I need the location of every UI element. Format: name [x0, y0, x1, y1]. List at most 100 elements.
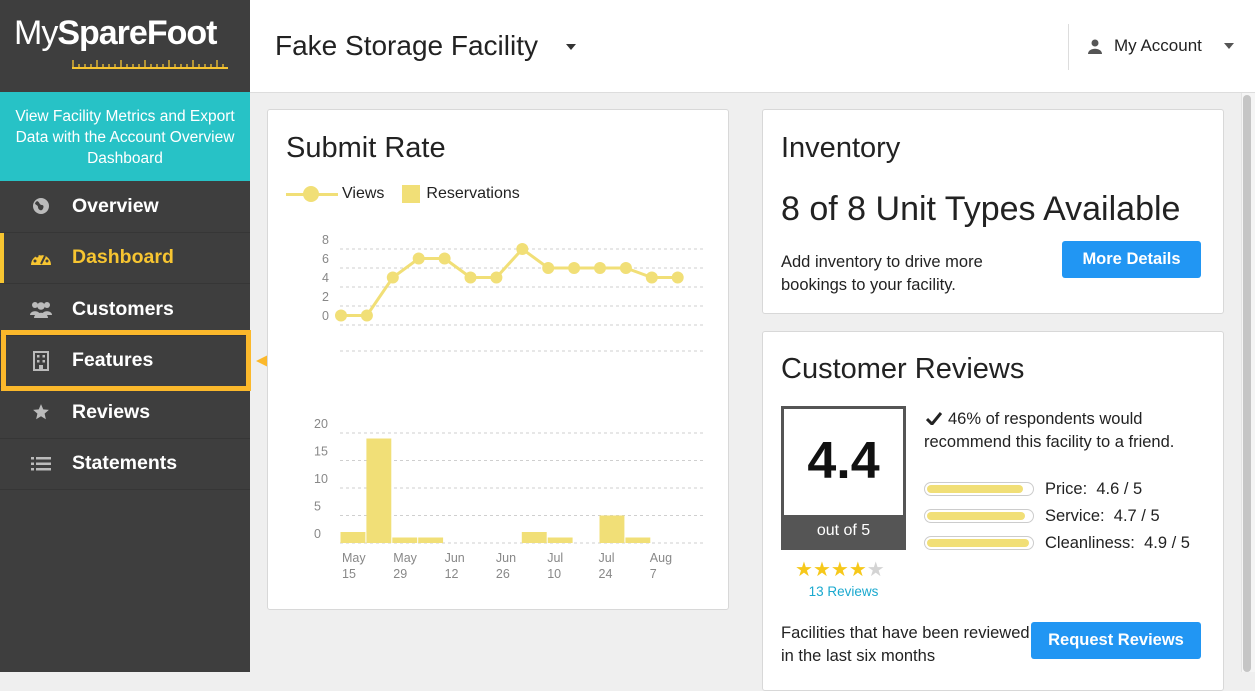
divider — [1068, 24, 1069, 70]
users-icon — [30, 298, 52, 320]
y-tick-label: 0 — [322, 309, 329, 323]
reservations-bar — [625, 537, 651, 543]
card-title: Inventory — [781, 132, 901, 164]
x-tick-label: 7 — [650, 567, 657, 581]
scrollbar-thumb[interactable] — [1243, 95, 1251, 672]
list-icon — [30, 453, 52, 475]
x-tick-label: 15 — [342, 567, 356, 581]
sidebar-item-label: Customers — [72, 297, 174, 320]
submit-rate-card: Submit Rate Views Reservations 8 6 4 2 0 20 15… — [267, 109, 729, 610]
dashboard-icon — [30, 247, 52, 269]
sidebar-item-reviews[interactable]: Reviews — [0, 387, 250, 439]
sidebar-item-overview[interactable]: Overview — [0, 181, 250, 233]
rating-label: Cleanliness: 4.9 / 5 — [1045, 533, 1190, 552]
y-tick-label: 0 — [314, 527, 321, 541]
x-tick-label: Jun — [445, 551, 465, 565]
user-icon — [1088, 39, 1102, 54]
inventory-description: Add inventory to drive more bookings to … — [781, 253, 983, 294]
more-details-button[interactable]: More Details — [1062, 241, 1201, 278]
sidebar-item-label: Dashboard — [72, 246, 174, 269]
star-empty-icon: ★ — [866, 559, 885, 581]
logo[interactable]: MySpareFoot — [0, 0, 250, 92]
x-tick-label: 24 — [599, 567, 613, 581]
x-tick-label: 10 — [547, 567, 561, 581]
promo-banner[interactable]: View Facility Metrics and Export Data wi… — [0, 92, 250, 181]
submit-rate-chart: 8642020151050May15May29Jun12Jun26Jul10Ju… — [314, 233, 705, 581]
logo-text: MySpareFoot — [14, 14, 217, 52]
account-label: My Account — [1114, 36, 1202, 55]
sidebar-item-label: Overview — [72, 194, 159, 217]
y-tick-label: 20 — [314, 417, 328, 431]
star-filled-icon: ★ — [848, 559, 867, 581]
x-tick-label: May — [342, 551, 366, 565]
x-tick-label: 29 — [393, 567, 407, 581]
rating-bar — [924, 482, 1034, 496]
globe-icon — [30, 195, 52, 217]
sidebar-item-customers[interactable]: Customers — [0, 284, 250, 336]
rating-label: Service: 4.7 / 5 — [1045, 506, 1160, 525]
rating-row-service: Service: 4.7 / 5 — [924, 507, 1160, 525]
top-bar: Fake Storage Facility My Account — [250, 0, 1255, 93]
rating-bar — [924, 536, 1034, 550]
views-point — [542, 262, 555, 274]
reservations-bar — [418, 537, 444, 543]
reservations-bar — [547, 537, 573, 543]
x-tick-label: Jul — [547, 551, 563, 565]
x-tick-label: 26 — [496, 567, 510, 581]
chevron-down-icon[interactable] — [1224, 43, 1234, 49]
account-menu[interactable]: My Account — [1088, 36, 1202, 56]
sidebar-item-dashboard[interactable]: Dashboard — [0, 232, 250, 284]
inventory-card: Inventory 8 of 8 Unit Types Available Ad… — [762, 109, 1224, 314]
y-tick-label: 5 — [314, 500, 321, 514]
rating-label: Price: 4.6 / 5 — [1045, 479, 1143, 498]
views-point — [335, 309, 347, 322]
star-icon — [30, 401, 52, 423]
review-score: 4.4 — [807, 432, 880, 490]
x-tick-label: Jun — [496, 551, 516, 565]
ruler-icon — [72, 60, 228, 69]
reservations-bar — [599, 515, 625, 543]
y-tick-label: 6 — [322, 252, 329, 266]
sidebar-item-label: Reviews — [72, 400, 151, 423]
star-filled-icon: ★ — [795, 559, 813, 581]
customer-reviews-card: Customer Reviews 4.4 out of 5 ★ ★ ★ ★ ★ 13 R… — [762, 331, 1224, 691]
x-tick-label: May — [393, 551, 417, 565]
facility-selector[interactable]: Fake Storage Facility — [275, 30, 538, 62]
views-point — [671, 271, 684, 284]
views-point — [516, 243, 529, 255]
views-point — [490, 271, 503, 284]
score-subtitle: out of 5 — [784, 515, 903, 547]
views-point — [386, 271, 399, 284]
star-filled-icon: ★ — [830, 559, 849, 581]
features-highlight-box — [1, 330, 251, 391]
review-count-link[interactable]: 13 Reviews — [781, 584, 906, 599]
reviews-footer-text: Facilities that have been reviewed in th… — [781, 624, 1030, 665]
recommend-text: 46% of respondents would recommend this … — [924, 410, 1175, 451]
y-tick-label: 15 — [314, 445, 328, 459]
rating-bar — [924, 509, 1034, 523]
y-tick-label: 8 — [322, 233, 329, 247]
chevron-down-icon[interactable] — [566, 44, 576, 50]
sidebar-item-statements[interactable]: Statements — [0, 439, 250, 490]
check-icon — [925, 412, 943, 427]
score-box: 4.4 out of 5 — [781, 406, 906, 550]
star-filled-icon: ★ — [812, 559, 831, 581]
sidebar-item-label: Statements — [72, 452, 178, 475]
views-point — [645, 271, 658, 284]
card-title: Customer Reviews — [781, 353, 1025, 385]
x-tick-label: 12 — [445, 567, 459, 581]
x-tick-label: Jul — [599, 551, 615, 565]
reservations-bar — [521, 532, 547, 543]
request-reviews-button[interactable]: Request Reviews — [1031, 622, 1201, 659]
y-tick-label: 2 — [322, 290, 329, 304]
y-tick-label: 4 — [322, 271, 329, 285]
inventory-headline: 8 of 8 Unit Types Available — [781, 190, 1181, 228]
star-rating: ★ ★ ★ ★ ★ — [795, 560, 885, 580]
rating-row-cleanliness: Cleanliness: 4.9 / 5 — [924, 534, 1190, 552]
reservations-bar — [340, 532, 366, 543]
views-point — [594, 262, 606, 274]
views-point — [438, 252, 451, 265]
views-point — [412, 252, 425, 265]
views-point — [360, 309, 373, 322]
y-tick-label: 10 — [314, 472, 328, 486]
